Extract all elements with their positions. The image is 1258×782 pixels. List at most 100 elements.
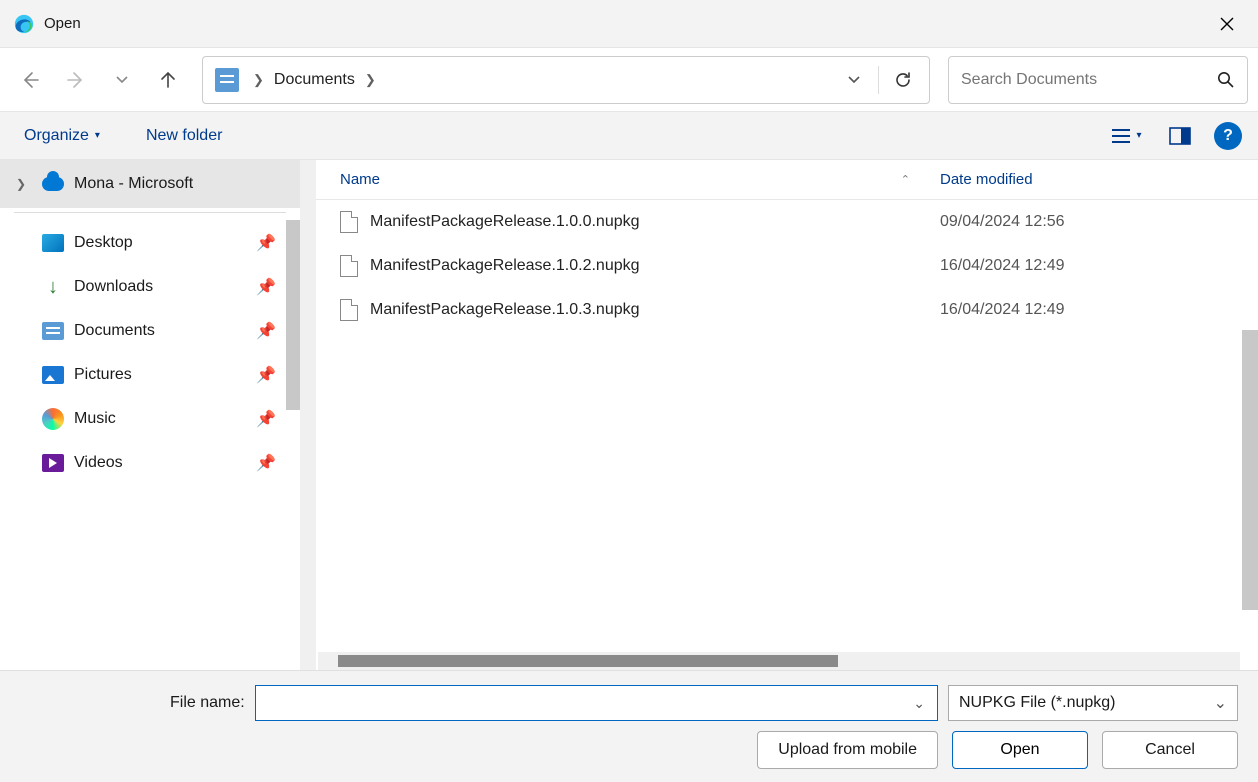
tree-item-label: Mona - Microsoft xyxy=(74,175,193,193)
scrollbar-thumb[interactable] xyxy=(338,655,838,667)
help-button[interactable]: ? xyxy=(1214,122,1242,150)
quick-access-desktop[interactable]: Desktop 📌 xyxy=(0,221,300,265)
documents-location-icon xyxy=(215,68,239,92)
documents-icon xyxy=(42,322,64,340)
organize-menu-button[interactable]: Organize ▾ xyxy=(16,121,108,151)
onedrive-icon xyxy=(42,177,64,191)
navigation-pane: ❯ Mona - Microsoft Desktop 📌 ↓ Downloads… xyxy=(0,160,300,670)
file-name: ManifestPackageRelease.1.0.0.nupkg xyxy=(370,213,640,231)
quick-item-label: Desktop xyxy=(74,234,133,252)
chevron-down-icon: ⌄ xyxy=(1214,693,1227,713)
column-date-label: Date modified xyxy=(940,171,1033,188)
file-name: ManifestPackageRelease.1.0.2.nupkg xyxy=(370,257,640,275)
address-history-button[interactable] xyxy=(834,60,874,100)
file-icon xyxy=(340,255,358,277)
file-list[interactable]: ManifestPackageRelease.1.0.0.nupkg 09/04… xyxy=(300,200,1258,670)
organize-label: Organize xyxy=(24,127,89,145)
filename-input[interactable] xyxy=(256,695,908,712)
cancel-button[interactable]: Cancel xyxy=(1102,731,1238,769)
list-view-icon xyxy=(1110,127,1132,145)
search-icon xyxy=(1217,71,1235,89)
upload-label: Upload from mobile xyxy=(778,741,917,759)
pin-icon: 📌 xyxy=(256,277,276,297)
address-bar[interactable]: ❯ Documents ❯ xyxy=(202,56,930,104)
caret-down-icon: ▾ xyxy=(95,130,100,141)
quick-access-documents[interactable]: Documents 📌 xyxy=(0,309,300,353)
newfolder-label: New folder xyxy=(146,127,222,145)
filename-combobox[interactable]: ⌄ xyxy=(255,685,938,721)
gutter xyxy=(300,160,316,670)
quick-access-music[interactable]: Music 📌 xyxy=(0,397,300,441)
quick-access-pictures[interactable]: Pictures 📌 xyxy=(0,353,300,397)
desktop-icon xyxy=(42,234,64,252)
filetype-filter-select[interactable]: NUPKG File (*.nupkg) ⌄ xyxy=(948,685,1238,721)
quick-access-downloads[interactable]: ↓ Downloads 📌 xyxy=(0,265,300,309)
videos-icon xyxy=(42,454,64,472)
chevron-down-icon xyxy=(115,73,129,87)
file-date: 16/04/2024 12:49 xyxy=(940,301,1258,319)
close-button[interactable] xyxy=(1204,0,1250,47)
close-icon xyxy=(1220,17,1234,31)
preview-pane-icon xyxy=(1169,127,1191,145)
caret-down-icon: ▾ xyxy=(1136,130,1141,141)
downloads-icon: ↓ xyxy=(42,278,64,296)
breadcrumb-chevron-icon[interactable]: ❯ xyxy=(245,72,272,88)
quick-item-label: Pictures xyxy=(74,366,132,384)
file-row[interactable]: ManifestPackageRelease.1.0.3.nupkg 16/04… xyxy=(300,288,1258,332)
column-header-name[interactable]: Name ⌃ xyxy=(340,171,940,188)
file-row[interactable]: ManifestPackageRelease.1.0.0.nupkg 09/04… xyxy=(300,200,1258,244)
dialog-title: Open xyxy=(44,15,1204,32)
breadcrumb-chevron-icon[interactable]: ❯ xyxy=(357,72,384,88)
file-row[interactable]: ManifestPackageRelease.1.0.2.nupkg 16/04… xyxy=(300,244,1258,288)
sort-ascending-icon: ⌃ xyxy=(901,173,910,186)
quick-item-label: Documents xyxy=(74,322,155,340)
new-folder-button[interactable]: New folder xyxy=(138,121,230,151)
filename-label: File name: xyxy=(170,694,245,712)
music-icon xyxy=(42,408,64,430)
tree-item-onedrive[interactable]: ❯ Mona - Microsoft xyxy=(0,160,300,208)
chevron-down-icon[interactable]: ⌄ xyxy=(907,695,931,712)
vertical-scrollbar[interactable] xyxy=(1242,330,1258,610)
back-button[interactable] xyxy=(10,60,50,100)
chevron-right-icon[interactable]: ❯ xyxy=(16,177,32,191)
column-header-date[interactable]: Date modified xyxy=(940,171,1258,188)
dialog-footer: File name: ⌄ NUPKG File (*.nupkg) ⌄ Uplo… xyxy=(0,670,1258,782)
quick-item-label: Music xyxy=(74,410,116,428)
refresh-icon xyxy=(893,70,913,90)
pin-icon: 📌 xyxy=(256,233,276,253)
filter-label: NUPKG File (*.nupkg) xyxy=(959,694,1116,712)
sidebar-scrollbar[interactable] xyxy=(286,220,300,410)
chevron-down-icon xyxy=(847,73,861,87)
open-button[interactable]: Open xyxy=(952,731,1088,769)
preview-pane-button[interactable] xyxy=(1160,116,1200,156)
file-icon xyxy=(340,299,358,321)
up-button[interactable] xyxy=(148,60,188,100)
horizontal-scrollbar[interactable] xyxy=(318,652,1240,670)
quick-access-videos[interactable]: Videos 📌 xyxy=(0,441,300,485)
file-date: 09/04/2024 12:56 xyxy=(940,213,1258,231)
breadcrumb-documents[interactable]: Documents xyxy=(272,71,357,89)
forward-button[interactable] xyxy=(56,60,96,100)
column-name-label: Name xyxy=(340,171,380,188)
view-mode-button[interactable]: ▾ xyxy=(1106,116,1146,156)
refresh-button[interactable] xyxy=(883,60,923,100)
pin-icon: 📌 xyxy=(256,321,276,341)
arrow-up-icon xyxy=(158,70,178,90)
quick-item-label: Videos xyxy=(74,454,123,472)
open-label: Open xyxy=(1000,741,1039,759)
arrow-left-icon xyxy=(20,70,40,90)
file-name: ManifestPackageRelease.1.0.3.nupkg xyxy=(370,301,640,319)
arrow-right-icon xyxy=(66,70,86,90)
cancel-label: Cancel xyxy=(1145,741,1195,759)
titlebar: Open xyxy=(0,0,1258,48)
upload-from-mobile-button[interactable]: Upload from mobile xyxy=(757,731,938,769)
recent-locations-button[interactable] xyxy=(102,60,142,100)
file-list-pane: Name ⌃ Date modified ManifestPackageRele… xyxy=(300,160,1258,670)
search-box[interactable] xyxy=(948,56,1248,104)
search-input[interactable] xyxy=(961,71,1217,89)
pin-icon: 📌 xyxy=(256,409,276,429)
pin-icon: 📌 xyxy=(256,453,276,473)
toolbar: Organize ▾ New folder ▾ ? xyxy=(0,112,1258,160)
navigation-bar: ❯ Documents ❯ xyxy=(0,48,1258,112)
file-date: 16/04/2024 12:49 xyxy=(940,257,1258,275)
